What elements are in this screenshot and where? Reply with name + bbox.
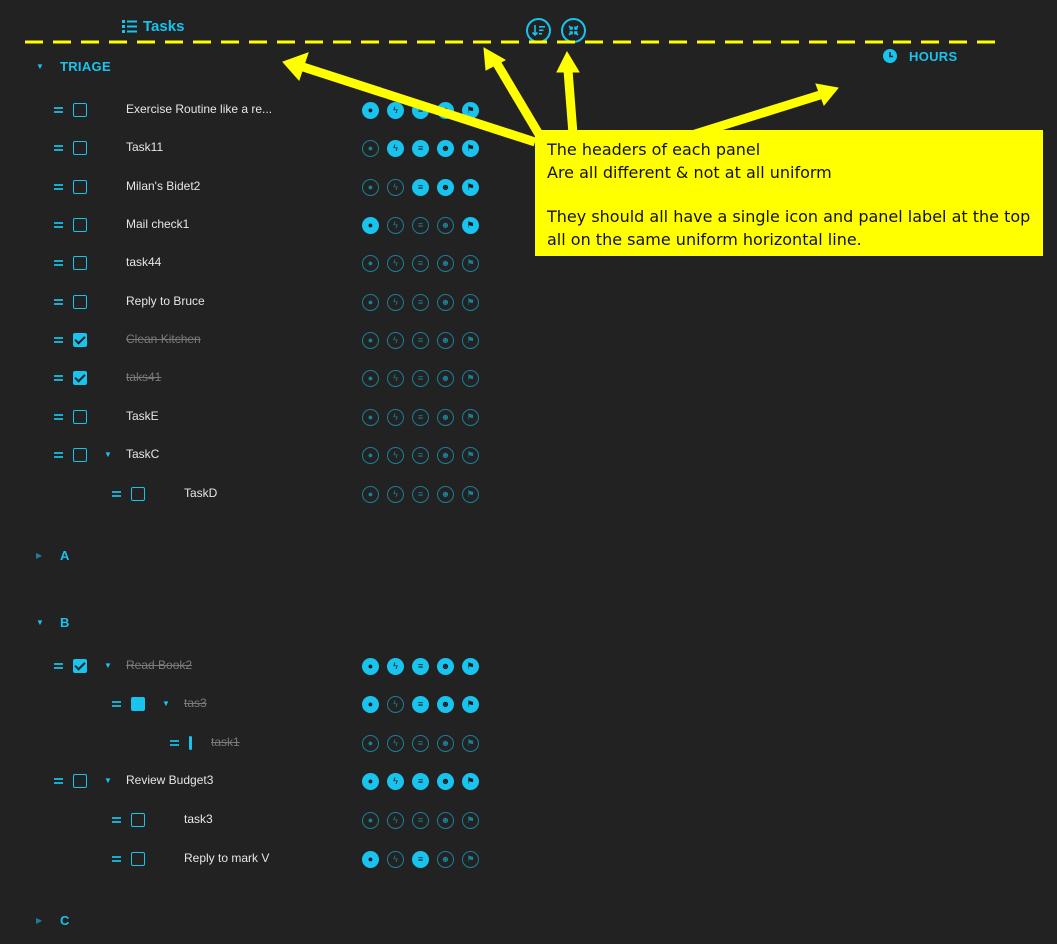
annotation-arrow-sort bbox=[492, 59, 544, 139]
annotation-arrow-collapse bbox=[563, 69, 578, 135]
annotation-line: They should all have a single icon and p… bbox=[547, 207, 1031, 226]
annotation-arrow-tasks bbox=[298, 61, 537, 147]
annotation-note: The headers of each panel Are all differ… bbox=[535, 130, 1043, 256]
annotation-line: The headers of each panel bbox=[547, 140, 761, 159]
annotation-arrowhead bbox=[556, 50, 580, 73]
annotation-line: all on the same uniform horizontal line. bbox=[547, 230, 862, 249]
annotation-line: Are all different & not at all uniform bbox=[547, 163, 832, 182]
